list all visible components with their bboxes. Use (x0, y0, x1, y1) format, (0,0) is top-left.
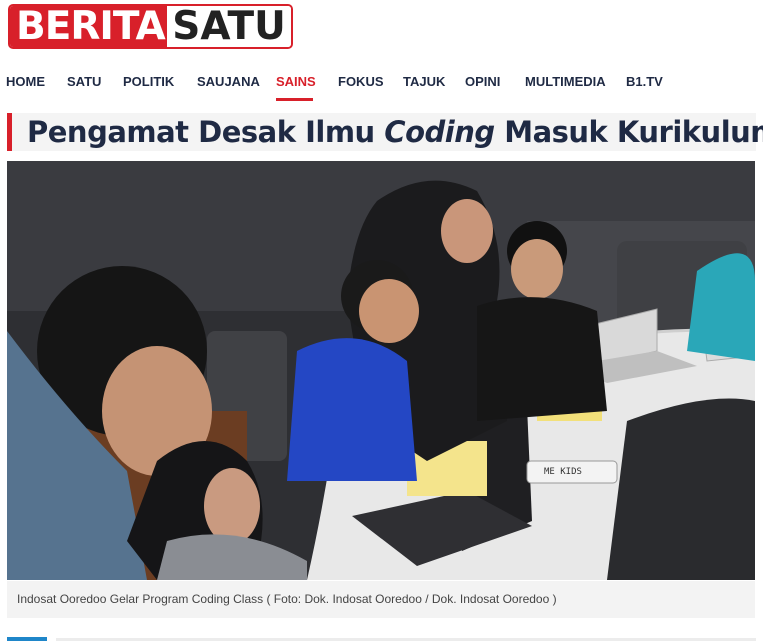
title-part-1: Pengamat Desak Ilmu (27, 115, 385, 149)
logo-satu: SATU (167, 6, 291, 47)
nav-item-tajuk[interactable]: TAJUK (403, 74, 445, 90)
logo-berita: BERITA (10, 6, 167, 47)
article-photo[interactable]: ME KIDS (7, 161, 755, 580)
photo-caption-bar: Indosat Ooredoo Gelar Program Coding Cla… (7, 581, 755, 618)
site-logo[interactable]: BERITA SATU (8, 4, 293, 49)
photo-caption: Indosat Ooredoo Gelar Program Coding Cla… (17, 592, 557, 606)
nav-active-indicator (276, 98, 313, 101)
nav-item-sains[interactable]: SAINS (276, 74, 316, 90)
nav-item-satu[interactable]: SATU (67, 74, 101, 90)
article-title-bar: Pengamat Desak Ilmu Coding Masuk Kurikul… (7, 113, 763, 151)
main-nav: HOME SATU POLITIK SAUJANA SAINS FOKUS TA… (0, 66, 763, 102)
article-title: Pengamat Desak Ilmu Coding Masuk Kurikul… (27, 115, 763, 149)
device-label: ME KIDS (544, 467, 582, 477)
nav-item-multimedia[interactable]: MULTIMEDIA (525, 74, 606, 90)
nav-item-opini[interactable]: OPINI (465, 74, 500, 90)
title-part-2: Masuk Kurikulum (494, 115, 763, 149)
nav-item-politik[interactable]: POLITIK (123, 74, 174, 90)
nav-item-fokus[interactable]: FOKUS (338, 74, 384, 90)
section-accent-line (7, 637, 47, 641)
nav-item-home[interactable]: HOME (6, 74, 45, 90)
nav-item-saujana[interactable]: SAUJANA (197, 74, 260, 90)
title-emphasis: Coding (384, 115, 495, 149)
nav-item-b1tv[interactable]: B1.TV (626, 74, 663, 90)
